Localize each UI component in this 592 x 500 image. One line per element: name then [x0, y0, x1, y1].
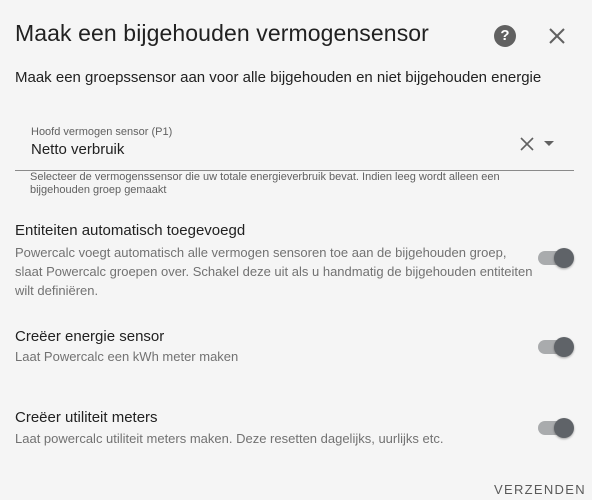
toggle-thumb: [554, 248, 574, 268]
setting-desc-auto-add: Powercalc voegt automatisch alle vermoge…: [15, 245, 533, 298]
clear-icon[interactable]: [520, 137, 534, 151]
dialog: Maak een bijgehouden vermogensensor ? Ma…: [0, 0, 592, 500]
main-sensor-value: Netto verbruik: [31, 141, 125, 158]
main-sensor-label: Hoofd vermogen sensor (P1): [31, 126, 173, 138]
dialog-intro: Maak een groepssensor aan voor alle bijg…: [15, 69, 542, 86]
main-sensor-helper: Selecteer de vermogenssensor die uw tota…: [30, 171, 500, 196]
toggle-thumb: [554, 418, 574, 438]
toggle-energy-sensor[interactable]: [538, 336, 574, 358]
close-icon[interactable]: [547, 26, 567, 46]
toggle-thumb: [554, 337, 574, 357]
setting-desc-energy-sensor: Laat Powercalc een kWh meter maken: [15, 349, 239, 364]
question-circle-icon[interactable]: ?: [494, 25, 516, 47]
setting-title-utility-meters: Creëer utiliteit meters: [15, 409, 158, 426]
setting-title-auto-add: Entiteiten automatisch toegevoegd: [15, 222, 246, 239]
toggle-utility-meters[interactable]: [538, 417, 574, 439]
dialog-title: Maak een bijgehouden vermogensensor: [15, 20, 429, 46]
dropdown-arrow-icon[interactable]: [544, 141, 554, 146]
setting-title-energy-sensor: Creëer energie sensor: [15, 328, 165, 345]
main-sensor-select[interactable]: Hoofd vermogen sensor (P1) Netto verbrui…: [15, 118, 574, 171]
submit-button[interactable]: VERZENDEN: [494, 482, 586, 497]
setting-desc-utility-meters: Laat powercalc utiliteit meters maken. D…: [15, 431, 444, 446]
toggle-auto-add[interactable]: [538, 247, 574, 269]
